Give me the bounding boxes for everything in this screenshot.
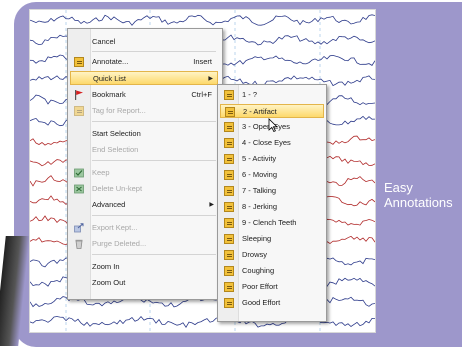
menu-gutter	[68, 29, 91, 299]
quick-list-label: Coughing	[242, 266, 275, 275]
menu-separator	[92, 160, 216, 161]
note-icon	[224, 298, 234, 308]
quick-list-item[interactable]: Coughing	[220, 264, 324, 278]
note-icon	[224, 202, 234, 212]
caption-line: Annotations	[384, 195, 453, 210]
menu-item-bookmark[interactable]: Bookmark Ctrl+F	[70, 88, 218, 102]
menu-item-shortcut: Ctrl+F	[191, 90, 212, 99]
menu-item-start-selection[interactable]: Start Selection	[70, 127, 218, 141]
quick-list-label: 1 - ?	[242, 90, 258, 99]
quick-list-item[interactable]: Good Effort	[220, 296, 324, 310]
submenu-arrow-icon: ▶	[208, 76, 213, 82]
note-icon	[224, 234, 234, 244]
note-icon	[224, 282, 234, 292]
menu-separator	[92, 254, 216, 255]
menu-item-end-selection[interactable]: End Selection	[70, 143, 218, 157]
menu-item-export-kept[interactable]: Export Kept...	[70, 221, 218, 235]
submenu-arrow-icon: ▶	[209, 202, 214, 208]
context-menu: Cancel Annotate... Insert Quick List ▶ B…	[67, 28, 223, 300]
note-icon	[74, 106, 84, 116]
eeg-trace	[30, 14, 375, 26]
quick-list-item[interactable]: 9 - Clench Teeth	[220, 216, 324, 230]
menu-item-label: Zoom Out	[92, 278, 126, 287]
menu-item-label: Zoom In	[92, 262, 120, 271]
quick-list-item[interactable]: Sleeping	[220, 232, 324, 246]
note-icon	[224, 250, 234, 260]
quick-list-item[interactable]: Drowsy	[220, 248, 324, 262]
quick-list-label: Drowsy	[242, 250, 268, 259]
quick-list-label: 7 - Talking	[242, 186, 277, 195]
quick-list-item[interactable]: 7 - Talking	[220, 184, 324, 198]
delete-icon	[74, 184, 84, 194]
menu-item-label: Delete Un-kept	[92, 184, 143, 193]
menu-item-keep[interactable]: Keep	[70, 166, 218, 180]
quick-list-label: 4 - Close Eyes	[242, 138, 291, 147]
quick-list-label: 5 - Activity	[242, 154, 277, 163]
quick-list-item[interactable]: 8 - Jerking	[220, 200, 324, 214]
menu-item-label: Quick List	[93, 74, 126, 83]
menu-item-label: Advanced	[92, 200, 126, 209]
keep-icon	[74, 168, 84, 178]
menu-item-zoom-in[interactable]: Zoom In	[70, 260, 218, 274]
quick-list-item[interactable]: 5 - Activity	[220, 152, 324, 166]
quick-list-item[interactable]: 6 - Moving	[220, 168, 324, 182]
menu-separator	[92, 215, 216, 216]
quick-list-label: Poor Effort	[242, 282, 278, 291]
note-icon	[224, 266, 234, 276]
menu-separator	[92, 121, 216, 122]
quick-list-label: 2 - Artifact	[243, 107, 277, 116]
quick-list-label: 9 - Clench Teeth	[242, 218, 297, 227]
menu-item-label: Export Kept...	[92, 223, 138, 232]
menu-item-label: Bookmark	[92, 90, 126, 99]
quick-list-item[interactable]: 4 - Close Eyes	[220, 136, 324, 150]
quick-list-label: Good Effort	[242, 298, 281, 307]
note-icon	[224, 218, 234, 228]
note-icon	[224, 90, 234, 100]
note-icon	[74, 57, 84, 67]
menu-item-label: Keep	[92, 168, 110, 177]
menu-item-label: Purge Deleted...	[92, 239, 147, 248]
menu-item-label: End Selection	[92, 145, 139, 154]
quick-list-label: Sleeping	[242, 234, 272, 243]
caption: Easy Annotations	[384, 180, 453, 210]
menu-item-label: Start Selection	[92, 129, 141, 138]
quick-list-item-highlighted[interactable]: 2 - Artifact	[220, 104, 324, 118]
menu-item-quick-list[interactable]: Quick List ▶	[70, 71, 218, 85]
eeg-screen: Cancel Annotate... Insert Quick List ▶ B…	[30, 10, 375, 332]
export-icon	[74, 223, 84, 233]
menu-item-label: Annotate...	[92, 57, 129, 66]
note-icon	[224, 170, 234, 180]
note-icon	[224, 122, 234, 132]
mouse-cursor-icon	[268, 118, 278, 132]
flag-icon	[74, 90, 84, 100]
quick-list-label: 8 - Jerking	[242, 202, 278, 211]
quick-list-item[interactable]: Poor Effort	[220, 280, 324, 294]
menu-item-label: Cancel	[92, 37, 116, 46]
caption-line: Easy	[384, 180, 413, 195]
menu-item-annotate[interactable]: Annotate... Insert	[70, 55, 218, 69]
menu-item-delete-unkept[interactable]: Delete Un-kept	[70, 182, 218, 196]
menu-separator	[92, 51, 216, 52]
menu-item-zoom-out[interactable]: Zoom Out	[70, 276, 218, 290]
menu-item-label: Tag for Report...	[92, 106, 146, 115]
menu-item-shortcut: Insert	[193, 57, 212, 66]
purge-icon	[74, 239, 84, 249]
note-icon	[224, 138, 234, 148]
menu-item-tag-for-report[interactable]: Tag for Report...	[70, 104, 218, 118]
note-icon	[224, 186, 234, 196]
note-icon	[224, 154, 234, 164]
note-icon	[225, 107, 235, 117]
quick-list-label: 3 - Open Eyes	[242, 122, 290, 131]
menu-item-cancel[interactable]: Cancel	[70, 35, 218, 49]
menu-item-purge-deleted[interactable]: Purge Deleted...	[70, 237, 218, 251]
quick-list-label: 6 - Moving	[242, 170, 278, 179]
menu-item-advanced[interactable]: Advanced ▶	[70, 198, 218, 212]
quick-list-item[interactable]: 1 - ?	[220, 88, 324, 102]
